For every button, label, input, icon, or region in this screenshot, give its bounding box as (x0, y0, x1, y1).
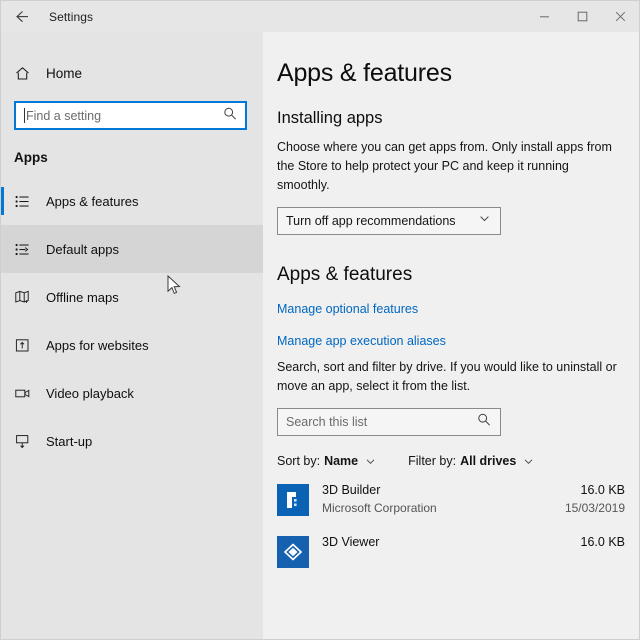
sidebar-item-label: Start-up (46, 433, 93, 449)
list-arrow-icon (14, 241, 36, 258)
back-arrow-icon (15, 11, 28, 23)
dropdown-value: Turn off app recommendations (286, 214, 456, 228)
maximize-button[interactable] (563, 1, 601, 32)
sort-by-control[interactable]: Sort by: Name (277, 454, 376, 468)
sidebar-item-label: Video playback (46, 385, 134, 401)
video-camera-icon (14, 385, 36, 402)
maximize-icon (577, 11, 587, 22)
sidebar-item-apps-and-features[interactable]: Apps & features (1, 177, 263, 225)
list-item[interactable]: 3D Viewer 16.0 KB (277, 534, 625, 586)
app-name: 3D Viewer (322, 535, 380, 549)
sidebar-section-title: Apps (14, 150, 48, 165)
app-publisher: Microsoft Corporation (322, 501, 437, 515)
apps-and-features-heading: Apps & features (277, 264, 413, 285)
manage-optional-features-link[interactable]: Manage optional features (277, 302, 625, 316)
app-info: 3D Builder Microsoft Corporation (322, 482, 565, 517)
app-list-search-placeholder: Search this list (286, 415, 368, 429)
search-icon (477, 413, 491, 432)
sidebar: Home Find a setting Apps Apps & features… (1, 32, 263, 639)
home-label: Home (46, 65, 83, 81)
window-controls (525, 1, 639, 32)
sidebar-item-label: Apps for websites (46, 337, 149, 353)
sidebar-item-apps-for-websites[interactable]: Apps for websites (1, 321, 263, 369)
chevron-down-icon (478, 212, 491, 230)
sidebar-nav: Apps & features Default apps Offline map… (1, 177, 263, 465)
list-item[interactable]: 3D Builder Microsoft Corporation 16.0 KB… (277, 482, 625, 534)
sidebar-item-label: Default apps (46, 241, 119, 257)
back-button[interactable] (1, 1, 41, 32)
installing-apps-description: Choose where you can get apps from. Only… (277, 140, 612, 192)
close-button[interactable] (601, 1, 639, 32)
app-size: 16.0 KB (580, 535, 625, 549)
app-recommendations-dropdown[interactable]: Turn off app recommendations (277, 207, 501, 235)
minimize-icon (539, 16, 549, 18)
app-info: 3D Viewer (322, 534, 581, 552)
app-meta: 16.0 KB 15/03/2019 (565, 482, 625, 517)
sidebar-item-video-playback[interactable]: Video playback (1, 369, 263, 417)
installing-apps-heading: Installing apps (277, 109, 383, 127)
chevron-down-icon (365, 456, 376, 467)
main-content: Apps & features Installing apps Choose w… (263, 32, 639, 639)
sort-by-value: Name (324, 454, 359, 468)
manage-app-execution-aliases-link[interactable]: Manage app execution aliases (277, 334, 625, 348)
sidebar-item-home[interactable]: Home (1, 56, 263, 90)
list-filters: Sort by: Name Filter by: All drives (277, 454, 625, 468)
list-bullets-icon (14, 193, 36, 210)
home-icon (14, 65, 36, 82)
sidebar-item-label: Apps & features (46, 193, 139, 209)
sidebar-item-start-up[interactable]: Start-up (1, 417, 263, 465)
close-icon (615, 11, 625, 22)
sidebar-item-default-apps[interactable]: Default apps (1, 225, 263, 273)
app-date: 15/03/2019 (564, 501, 625, 515)
app-meta: 16.0 KB (581, 534, 625, 552)
filter-by-control[interactable]: Filter by: All drives (408, 454, 534, 468)
filter-by-label: Filter by: (408, 454, 457, 468)
app-name: 3D Builder (322, 483, 381, 497)
apps-list-description: Search, sort and filter by drive. If you… (277, 360, 617, 393)
minimize-button[interactable] (525, 1, 563, 32)
settings-search-placeholder: Find a setting (26, 108, 102, 123)
app-list: 3D Builder Microsoft Corporation 16.0 KB… (277, 482, 625, 586)
3d-viewer-icon (277, 536, 309, 568)
title-bar: Settings (1, 1, 639, 32)
settings-window: Settings Home Find a setting Apps Apps &… (0, 0, 640, 640)
map-icon (14, 289, 36, 306)
3d-builder-icon (277, 484, 309, 516)
sidebar-item-label: Offline maps (46, 289, 119, 305)
search-icon (223, 106, 237, 125)
chevron-down-icon (523, 456, 534, 467)
window-title: Settings (49, 9, 94, 24)
page-title: Apps & features (277, 59, 452, 87)
sidebar-item-offline-maps[interactable]: Offline maps (1, 273, 263, 321)
text-caret (24, 108, 25, 123)
monitor-arrow-icon (14, 433, 36, 450)
box-arrow-icon (14, 337, 36, 354)
sort-by-label: Sort by: (277, 454, 321, 468)
filter-by-value: All drives (460, 454, 517, 468)
settings-search-box[interactable]: Find a setting (14, 101, 247, 130)
app-list-search-box[interactable]: Search this list (277, 408, 501, 436)
app-size: 16.0 KB (580, 483, 625, 497)
